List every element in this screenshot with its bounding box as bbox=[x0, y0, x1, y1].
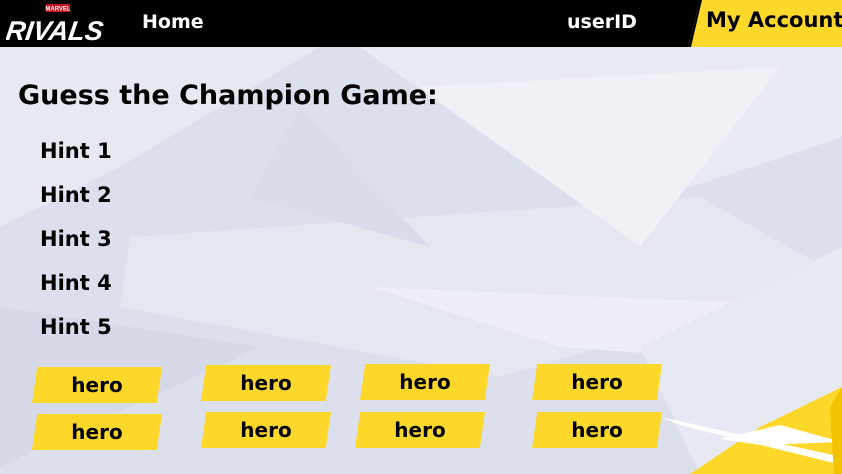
hero-button-2[interactable]: hero bbox=[201, 365, 331, 401]
my-account-label: My Account bbox=[706, 8, 842, 32]
hint-2: Hint 2 bbox=[40, 183, 112, 207]
hero-button-3[interactable]: hero bbox=[360, 364, 490, 400]
hero-button-label: hero bbox=[394, 418, 446, 442]
my-account-button[interactable]: My Account bbox=[688, 0, 842, 47]
background-artwork bbox=[0, 47, 842, 474]
hint-5: Hint 5 bbox=[40, 315, 112, 339]
hint-3: Hint 3 bbox=[40, 227, 112, 251]
hero-button-4[interactable]: hero bbox=[532, 364, 662, 400]
page-title: Guess the Champion Game: bbox=[18, 80, 438, 111]
top-navigation-bar: MARVEL RIVALS Home userID My Account bbox=[0, 0, 842, 47]
marvel-rivals-logo[interactable]: MARVEL RIVALS bbox=[4, 4, 110, 46]
hero-button-8[interactable]: hero bbox=[532, 412, 662, 448]
user-id-label[interactable]: userID bbox=[567, 11, 637, 33]
hero-button-5[interactable]: hero bbox=[32, 414, 162, 450]
hero-button-6[interactable]: hero bbox=[201, 412, 331, 448]
hero-button-label: hero bbox=[571, 370, 623, 394]
svg-text:RIVALS: RIVALS bbox=[6, 15, 105, 44]
hints-list: Hint 1 Hint 2 Hint 3 Hint 4 Hint 5 bbox=[40, 136, 112, 356]
hero-button-label: hero bbox=[399, 370, 451, 394]
hero-button-label: hero bbox=[71, 420, 123, 444]
hint-1: Hint 1 bbox=[40, 139, 112, 163]
hero-button-label: hero bbox=[571, 418, 623, 442]
hero-button-label: hero bbox=[240, 371, 292, 395]
hero-button-label: hero bbox=[71, 373, 123, 397]
hero-button-7[interactable]: hero bbox=[355, 412, 485, 448]
svg-text:MARVEL: MARVEL bbox=[45, 7, 71, 13]
hero-button-label: hero bbox=[240, 418, 292, 442]
hero-button-1[interactable]: hero bbox=[32, 367, 162, 403]
hint-4: Hint 4 bbox=[40, 271, 112, 295]
nav-home-link[interactable]: Home bbox=[142, 11, 204, 33]
